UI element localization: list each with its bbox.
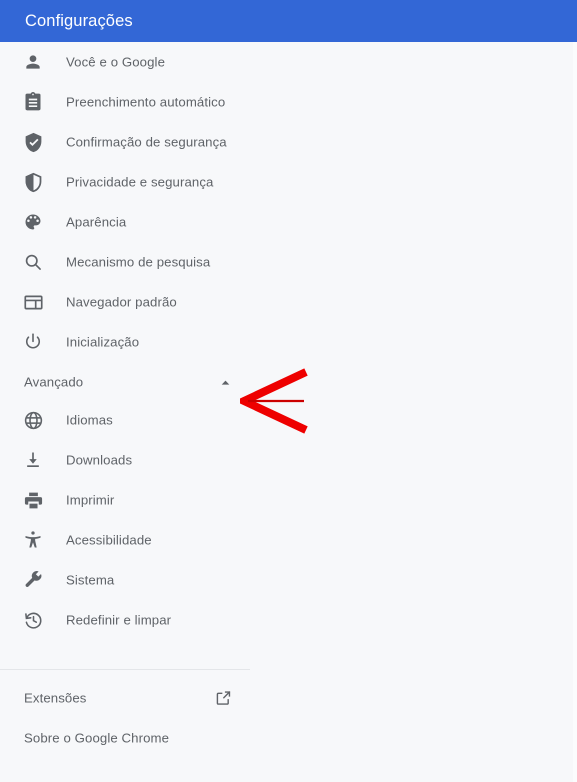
accessibility-icon <box>22 529 44 551</box>
sidebar-item-label: Você e o Google <box>66 54 166 70</box>
sidebar-item-label: Extensões <box>24 690 87 706</box>
sidebar-item-label: Sistema <box>66 572 115 588</box>
sidebar-item-privacidade-e-seguranca[interactable]: Privacidade e segurança <box>0 162 300 202</box>
sidebar-item-label: Confirmação de segurança <box>66 134 227 150</box>
browser-window-icon <box>22 291 44 313</box>
sidebar-divider <box>0 669 250 670</box>
history-restore-icon <box>22 609 44 631</box>
sidebar-item-label: Idiomas <box>66 412 113 428</box>
sidebar-item-label: Imprimir <box>66 492 115 508</box>
palette-icon <box>22 211 44 233</box>
right-edge-strip <box>573 42 577 782</box>
sidebar-item-imprimir[interactable]: Imprimir <box>0 480 300 520</box>
sidebar-advanced-toggle[interactable]: Avançado <box>0 362 300 402</box>
person-icon <box>22 51 44 73</box>
sidebar-item-inicializacao[interactable]: Inicialização <box>0 322 300 362</box>
sidebar-item-extensoes[interactable]: Extensões <box>0 678 300 718</box>
chevron-up-icon[interactable] <box>218 375 232 389</box>
sidebar-item-sistema[interactable]: Sistema <box>0 560 300 600</box>
power-icon <box>22 331 44 353</box>
sidebar-item-aparencia[interactable]: Aparência <box>0 202 300 242</box>
sidebar-item-mecanismo-de-pesquisa[interactable]: Mecanismo de pesquisa <box>0 242 300 282</box>
sidebar-item-confirmacao-de-seguranca[interactable]: Confirmação de segurança <box>0 122 300 162</box>
sidebar-item-navegador-padrao[interactable]: Navegador padrão <box>0 282 300 322</box>
page-title: Configurações <box>25 11 133 30</box>
open-in-new-icon[interactable] <box>215 690 232 707</box>
sidebar-item-label: Downloads <box>66 452 133 468</box>
sidebar-item-label: Sobre o Google Chrome <box>24 730 170 746</box>
sidebar-advanced-label: Avançado <box>24 374 84 390</box>
sidebar-item-label: Redefinir e limpar <box>66 612 172 628</box>
globe-icon <box>22 409 44 431</box>
printer-icon <box>22 489 44 511</box>
sidebar-item-label: Aparência <box>66 214 127 230</box>
sidebar-item-preenchimento-automatico[interactable]: Preenchimento automático <box>0 82 300 122</box>
settings-sidebar-nav: Você e o Google Preenchimento automático… <box>0 42 300 782</box>
sidebar-item-downloads[interactable]: Downloads <box>0 440 300 480</box>
wrench-icon <box>22 569 44 591</box>
settings-header-bar: Configurações <box>0 0 577 42</box>
download-icon <box>22 449 44 471</box>
sidebar-item-label: Acessibilidade <box>66 532 152 548</box>
sidebar-item-acessibilidade[interactable]: Acessibilidade <box>0 520 300 560</box>
shield-icon <box>22 171 44 193</box>
sidebar-item-label: Inicialização <box>66 334 140 350</box>
shield-check-icon <box>22 131 44 153</box>
clipboard-icon <box>22 91 44 113</box>
sidebar-item-voce-e-o-google[interactable]: Você e o Google <box>0 42 300 82</box>
sidebar-item-label: Navegador padrão <box>66 294 177 310</box>
sidebar-item-sobre-o-google-chrome[interactable]: Sobre o Google Chrome <box>0 718 300 758</box>
sidebar-item-label: Preenchimento automático <box>66 94 226 110</box>
sidebar-item-idiomas[interactable]: Idiomas <box>0 400 300 440</box>
sidebar-item-label: Privacidade e segurança <box>66 174 214 190</box>
search-icon <box>22 251 44 273</box>
sidebar-item-label: Mecanismo de pesquisa <box>66 254 211 270</box>
sidebar-item-redefinir-e-limpar[interactable]: Redefinir e limpar <box>0 600 300 640</box>
